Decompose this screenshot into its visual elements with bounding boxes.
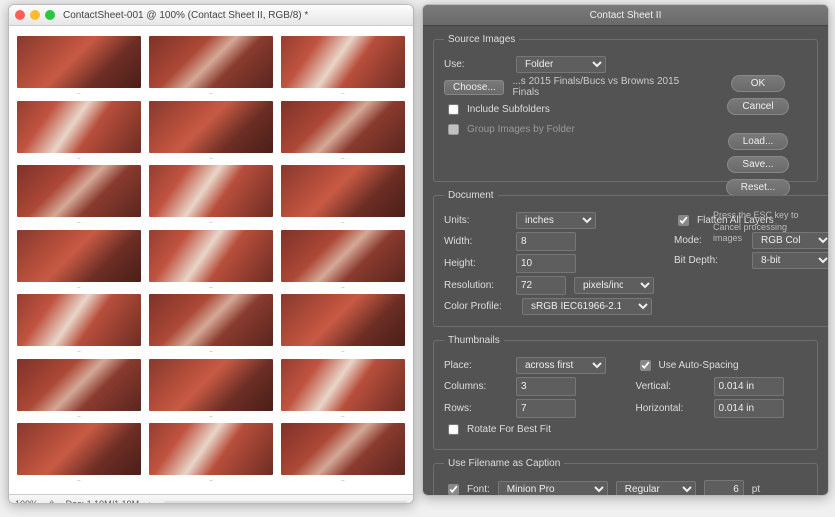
source-legend: Source Images bbox=[444, 34, 519, 45]
thumbnail: _ bbox=[149, 359, 273, 420]
profile-select[interactable]: sRGB IEC61966-2.1 bbox=[522, 298, 652, 315]
height-input[interactable] bbox=[516, 254, 576, 273]
resolution-label: Resolution: bbox=[444, 280, 508, 291]
group-by-folder-checkbox bbox=[448, 124, 459, 135]
horizontal-input[interactable] bbox=[714, 399, 784, 418]
traffic-lights bbox=[15, 10, 55, 20]
caption-font-checkbox[interactable] bbox=[448, 484, 459, 495]
contact-sheet-canvas[interactable]: _ _ _ _ _ _ _ _ _ _ _ _ _ _ _ _ _ _ _ _ … bbox=[9, 26, 413, 494]
rows-label: Rows: bbox=[444, 403, 508, 414]
flatten-checkbox[interactable] bbox=[678, 215, 689, 226]
resolution-unit-select[interactable]: pixels/inch bbox=[574, 277, 654, 294]
place-label: Place: bbox=[444, 360, 508, 371]
units-label: Units: bbox=[444, 215, 508, 226]
font-style-select[interactable]: Regular bbox=[616, 481, 696, 496]
thumbnail: _ bbox=[17, 423, 141, 484]
group-by-folder-label: Group Images by Folder bbox=[467, 124, 575, 135]
use-label: Use: bbox=[444, 59, 508, 70]
thumbnail: _ bbox=[281, 423, 405, 484]
flatten-label: Flatten All Layers bbox=[697, 215, 774, 226]
pt-label: pt bbox=[752, 484, 760, 495]
scrollbar[interactable] bbox=[164, 501, 407, 504]
source-images-group: Source Images Use: Folder Choose... ...s… bbox=[433, 34, 818, 182]
close-icon[interactable] bbox=[15, 10, 25, 20]
export-icon[interactable]: ⇪ bbox=[48, 499, 56, 505]
thumbnail: _ bbox=[17, 230, 141, 291]
rows-input[interactable] bbox=[516, 399, 576, 418]
dlg-titlebar[interactable]: Contact Sheet II bbox=[423, 5, 828, 26]
autospacing-label: Use Auto-Spacing bbox=[659, 360, 739, 371]
contact-sheet-dialog: Contact Sheet II Source Images Use: Fold… bbox=[422, 4, 829, 496]
vertical-input[interactable] bbox=[714, 377, 784, 396]
thumbnail: _ bbox=[149, 101, 273, 162]
thumbnail: _ bbox=[281, 101, 405, 162]
load-button[interactable]: Load... bbox=[728, 133, 789, 150]
thumbnail: _ bbox=[281, 294, 405, 355]
place-select[interactable]: across first bbox=[516, 357, 606, 374]
folder-path: ...s 2015 Finals/Bucs vs Browns 2015 Fin… bbox=[512, 76, 707, 98]
font-size-input[interactable] bbox=[704, 480, 744, 496]
mode-select[interactable]: RGB Color bbox=[752, 232, 829, 249]
thumbnail: _ bbox=[149, 423, 273, 484]
thumbnail: _ bbox=[17, 101, 141, 162]
width-input[interactable] bbox=[516, 232, 576, 251]
thumbnail: _ bbox=[17, 165, 141, 226]
bitdepth-label: Bit Depth: bbox=[674, 255, 744, 266]
bitdepth-select[interactable]: 8-bit bbox=[752, 252, 829, 269]
rotate-checkbox[interactable] bbox=[448, 424, 459, 435]
thumbnail: _ bbox=[17, 359, 141, 420]
doc-size: Doc: 1.19M/1.19M bbox=[66, 499, 140, 504]
thumbnail: _ bbox=[17, 36, 141, 97]
status-bar: 100% ⇪ Doc: 1.19M/1.19M ▸ bbox=[9, 494, 413, 504]
rotate-label: Rotate For Best Fit bbox=[467, 424, 551, 435]
font-label: Font: bbox=[467, 484, 490, 495]
zoom-level[interactable]: 100% bbox=[15, 499, 38, 504]
dlg-title: Contact Sheet II bbox=[590, 10, 662, 21]
zoom-icon[interactable] bbox=[45, 10, 55, 20]
doc-titlebar[interactable]: ContactSheet-001 @ 100% (Contact Sheet I… bbox=[9, 5, 413, 26]
columns-input[interactable] bbox=[516, 377, 576, 396]
thumbnail: _ bbox=[281, 36, 405, 97]
thumbnail: _ bbox=[17, 294, 141, 355]
font-select[interactable]: Minion Pro bbox=[498, 481, 608, 496]
horizontal-label: Horizontal: bbox=[636, 403, 706, 414]
thumbnail: _ bbox=[281, 230, 405, 291]
autospacing-checkbox[interactable] bbox=[640, 360, 651, 371]
thumbnail: _ bbox=[149, 294, 273, 355]
height-label: Height: bbox=[444, 258, 508, 269]
ok-button[interactable]: OK bbox=[731, 75, 785, 92]
columns-label: Columns: bbox=[444, 381, 508, 392]
use-select[interactable]: Folder bbox=[516, 56, 606, 73]
mode-label: Mode: bbox=[674, 235, 744, 246]
vertical-label: Vertical: bbox=[636, 381, 706, 392]
choose-button[interactable]: Choose... bbox=[444, 80, 504, 95]
width-label: Width: bbox=[444, 236, 508, 247]
include-subfolders-label: Include Subfolders bbox=[467, 104, 550, 115]
minimize-icon[interactable] bbox=[30, 10, 40, 20]
document-group: Document Units: inches Width: Height: Res… bbox=[433, 190, 829, 327]
resolution-input[interactable] bbox=[516, 276, 566, 295]
caption-legend: Use Filename as Caption bbox=[444, 458, 564, 469]
thumbnail: _ bbox=[281, 359, 405, 420]
cancel-button[interactable]: Cancel bbox=[727, 98, 788, 115]
save-button[interactable]: Save... bbox=[727, 156, 788, 173]
doc-title: ContactSheet-001 @ 100% (Contact Sheet I… bbox=[63, 10, 308, 21]
document-legend: Document bbox=[444, 190, 498, 201]
thumbnails-group: Thumbnails Place: across first Columns: R… bbox=[433, 335, 818, 450]
include-subfolders-checkbox[interactable] bbox=[448, 104, 459, 115]
thumbnail: _ bbox=[149, 165, 273, 226]
thumbnail: _ bbox=[149, 36, 273, 97]
units-select[interactable]: inches bbox=[516, 212, 596, 229]
profile-label: Color Profile: bbox=[444, 301, 514, 312]
document-window: ContactSheet-001 @ 100% (Contact Sheet I… bbox=[8, 4, 414, 504]
thumbnail: _ bbox=[281, 165, 405, 226]
caption-group: Use Filename as Caption Font: Minion Pro… bbox=[433, 458, 818, 496]
thumbnail: _ bbox=[149, 230, 273, 291]
thumbnails-legend: Thumbnails bbox=[444, 335, 504, 346]
